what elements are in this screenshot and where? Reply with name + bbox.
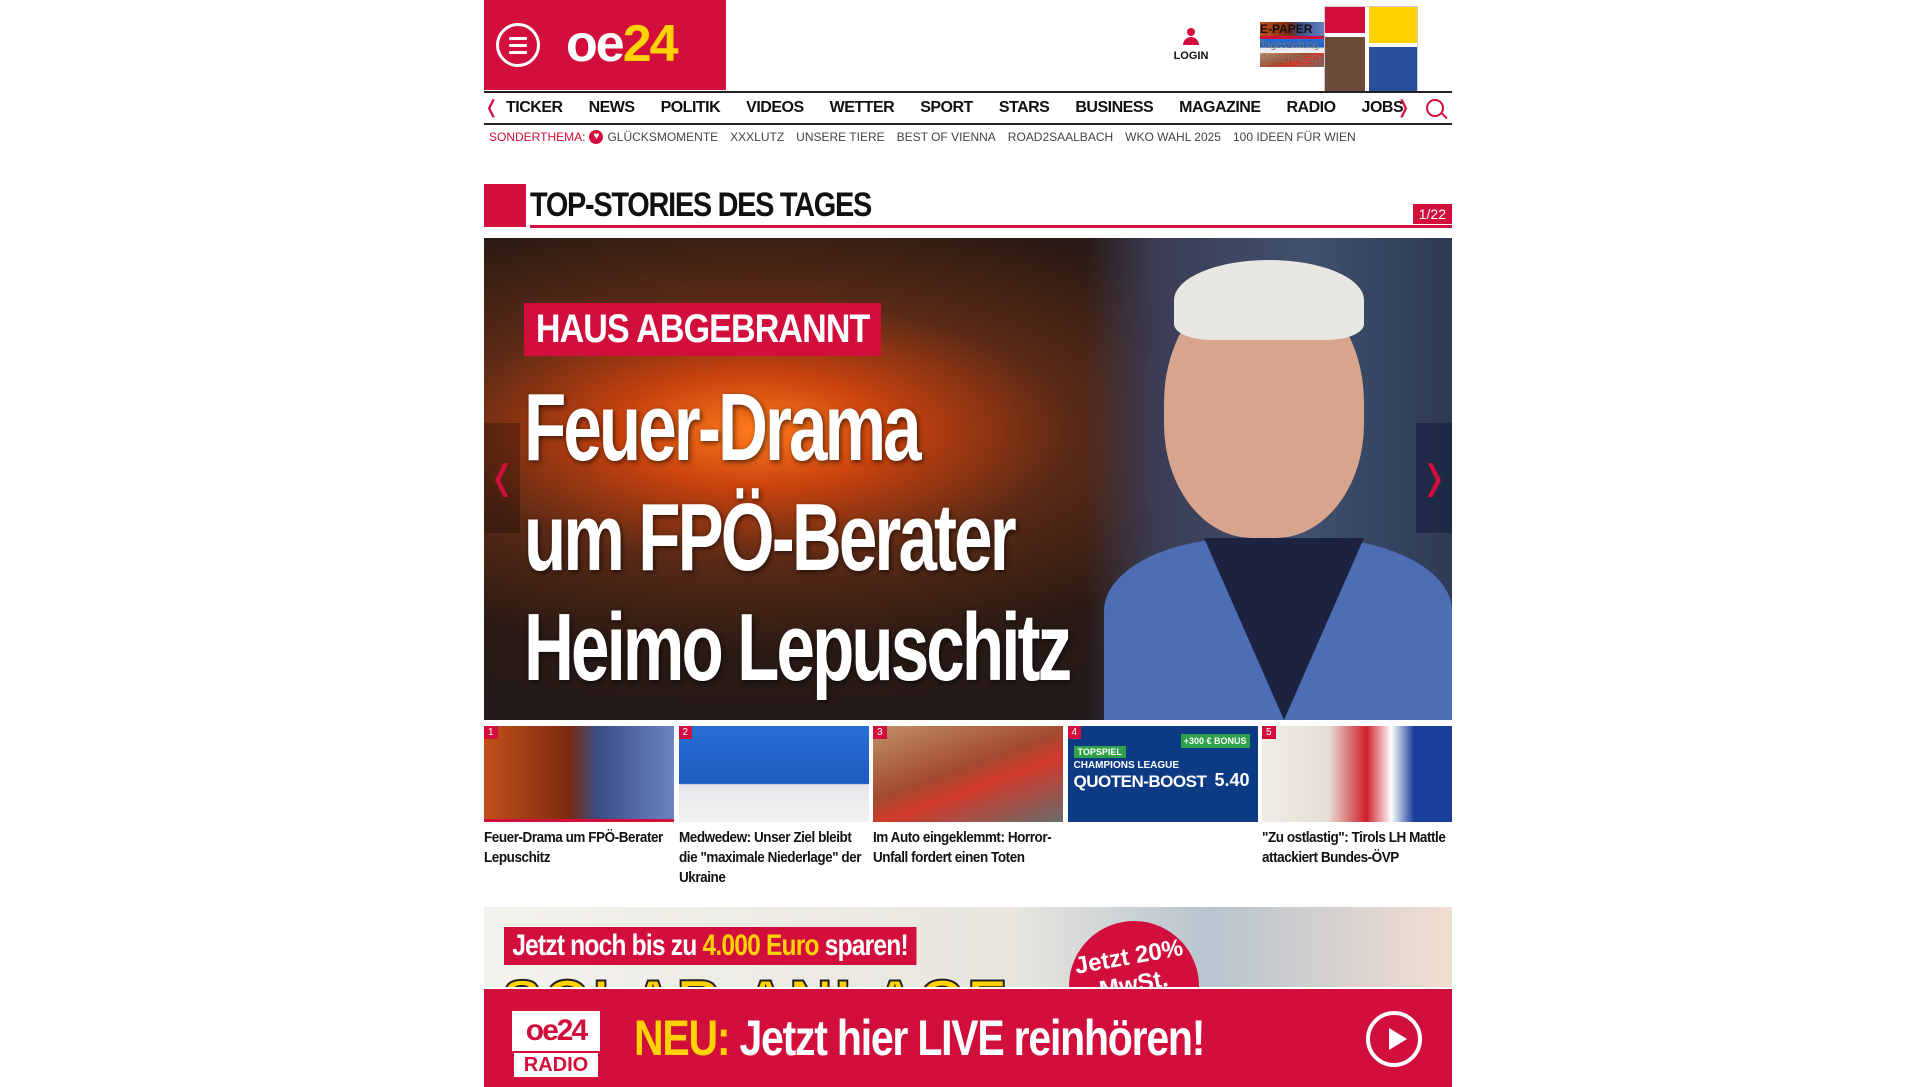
hero-slide[interactable]: HAUS ABGEBRANNT Feuer-Drama um FPÖ-Berat… <box>484 238 1452 720</box>
ad-line2: QUOTEN-BOOST <box>1073 772 1207 791</box>
main-nav: ❬ TICKER NEWS POLITIK VIDEOS WETTER SPORT STAR… <box>484 91 1452 125</box>
subnav-item[interactable]: ROAD2SAALBACH <box>1008 130 1113 144</box>
teaser-ad[interactable]: 4 TOPSPIEL CHAMPIONS LEAGUE QUOTEN-BOOST… <box>1067 726 1258 888</box>
nav-item-magazine[interactable]: MAGAZINE <box>1179 99 1261 117</box>
nav-item-news[interactable]: NEWS <box>589 99 636 117</box>
epaper-title: E-PAPER <box>1260 22 1326 39</box>
slide-counter: 1/22 <box>1412 204 1452 224</box>
section-title: TOP-STORIES DES TAGES <box>530 186 872 224</box>
login-button[interactable]: LOGIN <box>1166 28 1216 62</box>
ad-banner-badge: Jetzt 20% MwSt. <box>1058 910 1210 987</box>
logo-area: oe24 <box>484 0 726 90</box>
page: oe24 LOGIN E-PAPER Tageszeitung ÖSTERREI… <box>0 0 1920 1087</box>
nav-item-videos[interactable]: VIDEOS <box>746 99 804 117</box>
nav-item-politik[interactable]: POLITIK <box>661 99 721 117</box>
radio-promo-text: NEU: Jetzt hier LIVE reinhören! <box>634 1010 1205 1066</box>
teaser-row: 1 Feuer-Drama um FPÖ-Berater Lepuschitz … <box>484 726 1452 888</box>
epaper-link[interactable]: E-PAPER Tageszeitung ÖSTERREICH <box>1260 22 1326 67</box>
nav-list: TICKER NEWS POLITIK VIDEOS WETTER SPORT STARS B… <box>506 99 1429 117</box>
nav-item-business[interactable]: BUSINESS <box>1075 99 1153 117</box>
nav-item-ticker[interactable]: TICKER <box>506 99 563 117</box>
subnav-item[interactable]: 100 IDEEN FÜR WIEN <box>1233 130 1356 144</box>
section-divider <box>530 225 1452 228</box>
epaper-cover-image[interactable] <box>1324 6 1418 92</box>
teaser-item[interactable]: 5 "Zu ostlastig": Tirols LH Mattle attac… <box>1262 726 1452 888</box>
ad-bonus: +300 € BONUS <box>1180 734 1250 748</box>
heart-icon: ♥ <box>589 130 604 144</box>
menu-icon[interactable] <box>496 23 540 67</box>
teaser-title[interactable]: Im Auto eingeklemmt: Horror-Unfall forde… <box>873 828 1062 868</box>
radio-promo-bar[interactable]: oe24 RADIO NEU: Jetzt hier LIVE reinhöre… <box>484 989 1452 1087</box>
teaser-title[interactable]: Medwedew: Unser Ziel bleibt die "maximal… <box>679 828 868 888</box>
ad-banner-headline: Jetzt noch bis zu 4.000 Euro sparen! <box>504 927 917 965</box>
epaper-subtitle: Tageszeitung <box>1260 39 1326 53</box>
hero-kicker: HAUS ABGEBRANNT <box>524 303 882 356</box>
nav-scroll-right-icon[interactable]: ❭ <box>1396 97 1411 118</box>
site-header: oe24 LOGIN E-PAPER Tageszeitung ÖSTERREI… <box>484 0 1452 92</box>
subnav-item[interactable]: BEST OF VIENNA <box>897 130 996 144</box>
nav-item-stars[interactable]: STARS <box>999 99 1050 117</box>
next-slide-button[interactable]: ❭ <box>1416 423 1452 533</box>
section-header: TOP-STORIES DES TAGES 1/22 <box>484 184 1452 228</box>
prev-slide-button[interactable]: ❬ <box>484 423 520 533</box>
subnav-item[interactable]: XXXLUTZ <box>730 130 784 144</box>
search-icon[interactable] <box>1426 99 1444 117</box>
teaser-image: 2 <box>678 726 869 822</box>
ad-banner[interactable]: Jetzt noch bis zu 4.000 Euro sparen! SOL… <box>484 907 1452 987</box>
teaser-item[interactable]: 3 Im Auto eingeklemmt: Horror-Unfall for… <box>873 726 1063 888</box>
teaser-image: 5 <box>1262 726 1452 822</box>
ad-banner-big-text: SOLAR-ANLAGE <box>501 967 1009 987</box>
site-logo[interactable]: oe24 <box>566 14 679 74</box>
teaser-ad-image: 4 TOPSPIEL CHAMPIONS LEAGUE QUOTEN-BOOST… <box>1067 726 1258 822</box>
epaper-subtitle-2: ÖSTERREICH <box>1260 53 1326 67</box>
teaser-item[interactable]: 2 Medwedew: Unser Ziel bleibt die "maxim… <box>678 726 869 888</box>
nav-item-radio[interactable]: RADIO <box>1286 99 1336 117</box>
subnav: SONDERTHEMA: ♥ GLÜCKSMOMENTE XXXLUTZ UNSER… <box>489 130 1368 144</box>
radio-logo: oe24 RADIO <box>512 1011 600 1079</box>
ad-line1: CHAMPIONS LEAGUE <box>1073 760 1180 771</box>
subnav-item[interactable]: UNSERE TIERE <box>796 130 884 144</box>
ad-tag: TOPSPIEL <box>1073 746 1126 758</box>
teaser-title[interactable]: "Zu ostlastig": Tirols LH Mattle attacki… <box>1262 828 1451 868</box>
nav-item-sport[interactable]: SPORT <box>920 99 973 117</box>
sonderthema-label: SONDERTHEMA: <box>489 130 586 144</box>
ad-odds: 5.40 <box>1214 770 1250 790</box>
hero-headline[interactable]: Feuer-Drama um FPÖ-Berater Heimo Lepusch… <box>524 373 1072 703</box>
user-icon <box>1182 28 1200 46</box>
section-accent <box>484 184 526 227</box>
subnav-item[interactable]: WKO WAHL 2025 <box>1125 130 1221 144</box>
teaser-image: 3 <box>873 726 1063 822</box>
nav-item-wetter[interactable]: WETTER <box>830 99 895 117</box>
subnav-item[interactable]: GLÜCKSMOMENTE <box>607 130 718 144</box>
play-icon[interactable] <box>1366 1011 1422 1067</box>
teaser-image: 1 <box>484 726 674 822</box>
teaser-title[interactable]: Feuer-Drama um FPÖ-Berater Lepuschitz <box>484 828 673 868</box>
login-label: LOGIN <box>1173 50 1209 62</box>
nav-scroll-left-icon[interactable]: ❬ <box>484 97 499 118</box>
teaser-item[interactable]: 1 Feuer-Drama um FPÖ-Berater Lepuschitz <box>484 726 674 888</box>
